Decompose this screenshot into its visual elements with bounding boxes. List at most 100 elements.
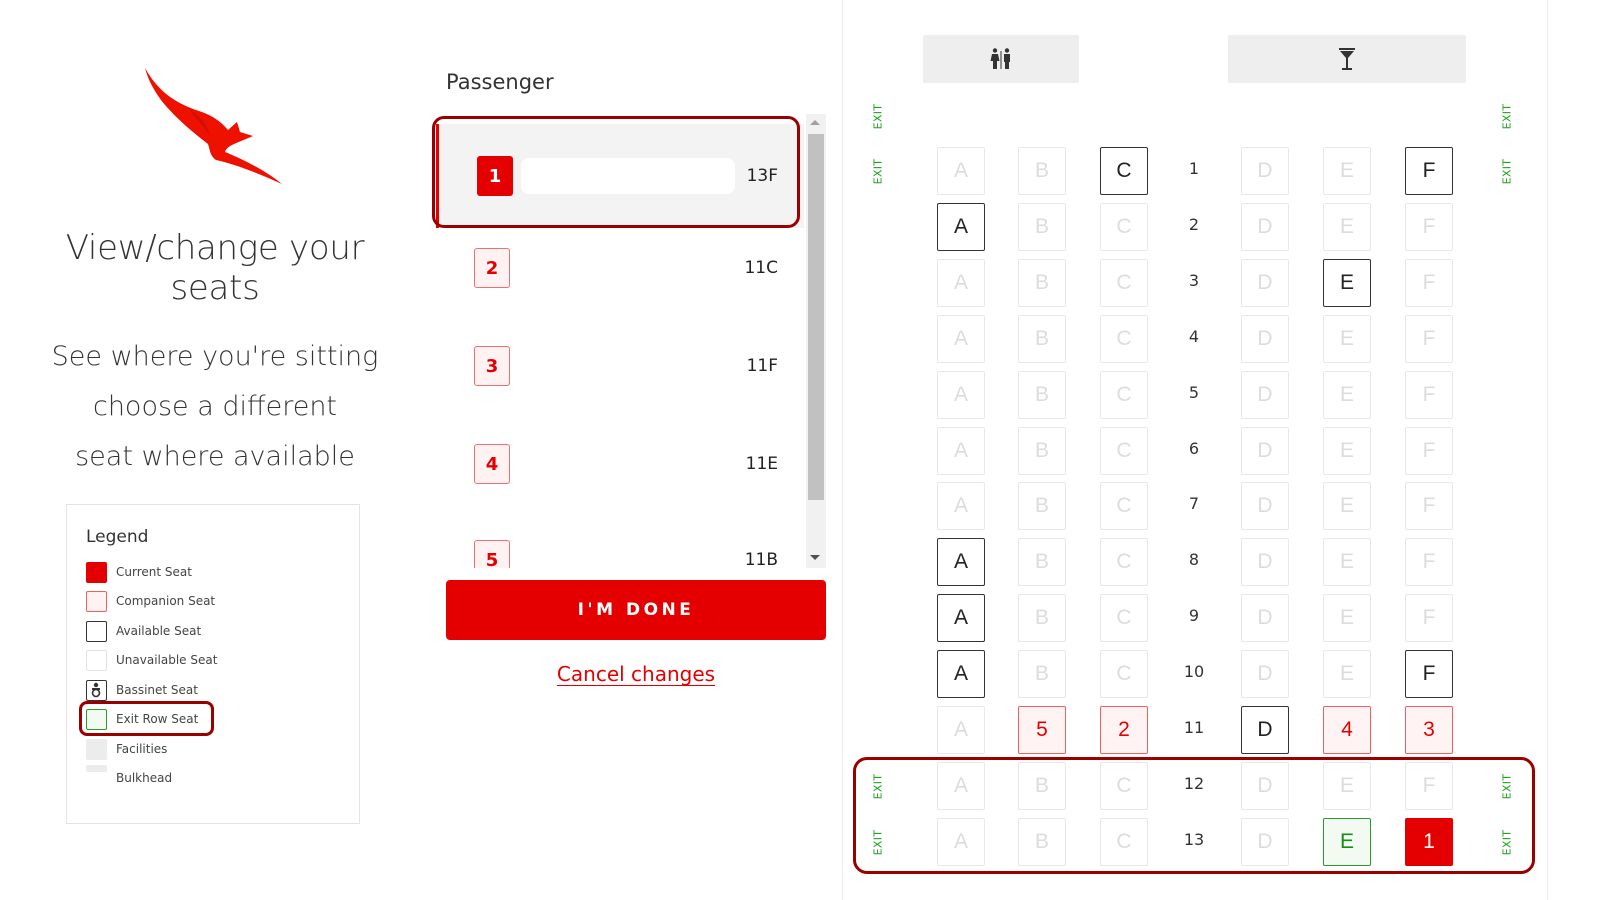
- passenger-row[interactable]: 2 11C: [436, 218, 804, 318]
- legend-item-unavailable: Unavailable Seat: [86, 649, 217, 671]
- seat-2F: F: [1405, 203, 1453, 251]
- passenger-heading: Passenger: [446, 70, 554, 94]
- seat-12D: D: [1241, 762, 1289, 810]
- seat-10D: D: [1241, 650, 1289, 698]
- row-number: 4: [1188, 327, 1200, 346]
- seat-10B: B: [1018, 650, 1066, 698]
- seat-4D: D: [1241, 315, 1289, 363]
- seat-11A: A: [937, 706, 985, 754]
- row-number: 5: [1188, 383, 1200, 402]
- legend-item-bassinet: Bassinet Seat: [86, 679, 198, 701]
- seat-13C: C: [1100, 818, 1148, 866]
- legend-label: Available Seat: [116, 624, 202, 638]
- passenger-seat: 11E: [745, 454, 778, 474]
- subtitle-line: seat where available: [75, 441, 355, 472]
- passenger-seat: 11F: [746, 356, 778, 376]
- seat-5A: A: [937, 371, 985, 419]
- passenger-seat: 11B: [744, 550, 778, 568]
- seat-5B: B: [1018, 371, 1066, 419]
- seat-10A[interactable]: A: [937, 650, 985, 698]
- scroll-down-arrow-icon[interactable]: [810, 555, 820, 560]
- seat-1F[interactable]: F: [1405, 147, 1453, 195]
- seat-9C: C: [1100, 594, 1148, 642]
- row-number: 8: [1188, 550, 1200, 569]
- available-seat-swatch-icon: [86, 620, 107, 642]
- seat-4C: C: [1100, 315, 1148, 363]
- seat-1A: A: [937, 147, 985, 195]
- seat-2A[interactable]: A: [937, 203, 985, 251]
- cocktail-icon: [1339, 48, 1355, 70]
- seat-8A[interactable]: A: [937, 538, 985, 586]
- seat-selection-page: View/change your seats See where you're …: [0, 0, 1600, 900]
- seat-9F: F: [1405, 594, 1453, 642]
- seat-12B: B: [1018, 762, 1066, 810]
- seat-11D[interactable]: D: [1241, 706, 1289, 754]
- exit-label: EXIT: [871, 829, 885, 855]
- exit-label: EXIT: [1500, 829, 1514, 855]
- seat-6C: C: [1100, 427, 1148, 475]
- cancel-changes-link[interactable]: Cancel changes: [446, 662, 826, 686]
- legend-item-facilities: Facilities: [86, 738, 167, 760]
- passenger-name-field[interactable]: [521, 158, 735, 194]
- passenger-row[interactable]: 1 13F: [436, 124, 804, 228]
- row-number: 13: [1183, 830, 1205, 849]
- seat-7D: D: [1241, 482, 1289, 530]
- legend-label: Current Seat: [116, 565, 192, 579]
- passenger-list-scrollbar[interactable]: [806, 114, 826, 568]
- seat-9E: E: [1323, 594, 1371, 642]
- legend-title: Legend: [86, 527, 149, 547]
- seat-13E[interactable]: E: [1323, 818, 1371, 866]
- passenger-number-badge: 2: [474, 248, 510, 288]
- seat-13B: B: [1018, 818, 1066, 866]
- seat-3E[interactable]: E: [1323, 259, 1371, 307]
- seat-11E[interactable]: 4: [1323, 706, 1371, 754]
- seat-4E: E: [1323, 315, 1371, 363]
- seat-6D: D: [1241, 427, 1289, 475]
- seat-10C: C: [1100, 650, 1148, 698]
- seat-1C[interactable]: C: [1100, 147, 1148, 195]
- unavailable-seat-swatch-icon: [86, 649, 107, 671]
- legend-label: Unavailable Seat: [116, 653, 218, 667]
- seat-1D: D: [1241, 147, 1289, 195]
- scroll-up-arrow-icon[interactable]: [810, 120, 820, 125]
- restroom-icon: [990, 48, 1010, 69]
- seat-9A[interactable]: A: [937, 594, 985, 642]
- passenger-row[interactable]: 4 11E: [436, 414, 804, 514]
- scrollbar-thumb[interactable]: [808, 134, 824, 500]
- passenger-number-badge: 1: [477, 156, 513, 196]
- seat-8E: E: [1323, 538, 1371, 586]
- seat-10E: E: [1323, 650, 1371, 698]
- row-number: 7: [1188, 494, 1200, 513]
- passenger-row[interactable]: 3 11F: [436, 316, 804, 416]
- im-done-button[interactable]: I'M DONE: [446, 580, 826, 640]
- passenger-seat: 11C: [744, 258, 778, 278]
- seat-13F[interactable]: 1: [1405, 818, 1453, 866]
- seat-8D: D: [1241, 538, 1289, 586]
- seat-10F[interactable]: F: [1405, 650, 1453, 698]
- seat-1B: B: [1018, 147, 1066, 195]
- seat-11C[interactable]: 2: [1100, 706, 1148, 754]
- bulkhead-swatch-icon: [86, 765, 107, 772]
- legend-item-exit: Exit Row Seat: [86, 708, 198, 730]
- seat-11F[interactable]: 3: [1405, 706, 1453, 754]
- seat-11B[interactable]: 5: [1018, 706, 1066, 754]
- seat-7B: B: [1018, 482, 1066, 530]
- seat-3A: A: [937, 259, 985, 307]
- seat-1E: E: [1323, 147, 1371, 195]
- seat-12C: C: [1100, 762, 1148, 810]
- seat-12F: F: [1405, 762, 1453, 810]
- legend-label: Exit Row Seat: [116, 712, 199, 726]
- seat-6B: B: [1018, 427, 1066, 475]
- seat-2D: D: [1241, 203, 1289, 251]
- exit-label: EXIT: [1500, 158, 1514, 184]
- seat-4A: A: [937, 315, 985, 363]
- passenger-list[interactable]: 1 13F 2 11C 3 11F 4 11E 5 11B: [436, 114, 826, 568]
- legend-item-bulkhead: Bulkhead: [86, 765, 172, 789]
- row-number: 9: [1188, 606, 1200, 625]
- passenger-row[interactable]: 5 11B: [436, 510, 804, 568]
- seat-6E: E: [1323, 427, 1371, 475]
- row-number: 12: [1183, 774, 1205, 793]
- passenger-number-badge: 3: [474, 346, 510, 386]
- passenger-seat: 13F: [746, 166, 778, 186]
- row-number: 6: [1188, 439, 1200, 458]
